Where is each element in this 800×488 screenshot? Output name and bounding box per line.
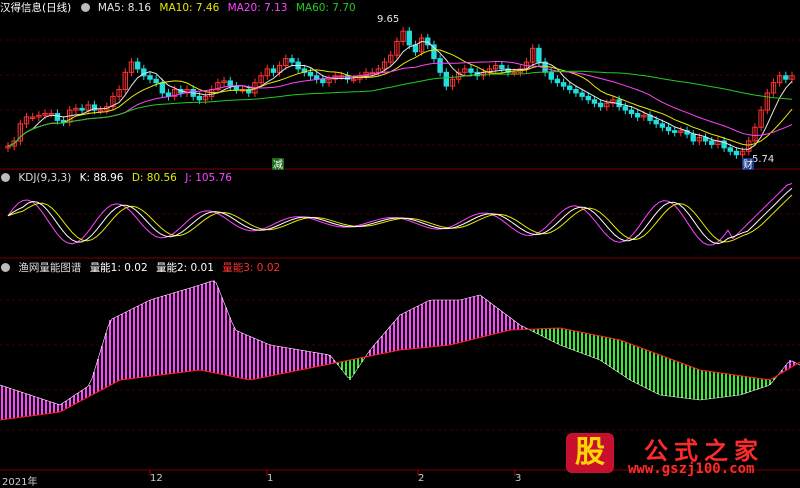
energy-3-value: 量能3: 0.02 xyxy=(222,262,281,274)
candle-body xyxy=(591,99,598,104)
candle-body xyxy=(560,82,567,87)
candle-body xyxy=(573,89,579,94)
watermark: 股 公式之家 www.gszj100.com xyxy=(560,431,800,481)
candle-body xyxy=(54,113,61,121)
low-price-label: 5.74 xyxy=(752,154,774,165)
candle-body xyxy=(320,78,326,84)
candle-body xyxy=(79,107,85,111)
candle-body xyxy=(313,75,320,80)
grid-lines xyxy=(0,39,800,476)
high-price-label: 9.65 xyxy=(377,14,399,25)
kdj-k-line xyxy=(7,187,793,245)
energy-curve xyxy=(0,280,800,406)
finance-badge-text: 财 xyxy=(743,158,753,171)
gear-icon[interactable] xyxy=(1,173,10,182)
candle-body xyxy=(233,85,240,91)
kdj-name: KDJ(9,3,3) xyxy=(18,172,72,184)
stock-title: 汉得信息(日线) xyxy=(0,2,72,14)
candle-body xyxy=(548,71,554,80)
candle-body xyxy=(597,102,604,108)
kdj-d-value: D: 80.56 xyxy=(131,172,177,184)
candle-body xyxy=(585,95,591,101)
candle-body xyxy=(196,95,203,101)
energy-signal-line xyxy=(0,327,800,421)
candle-body xyxy=(783,75,789,80)
candle-body xyxy=(554,78,561,84)
candle-body xyxy=(653,119,659,125)
x-tick-label: 12 xyxy=(150,473,163,484)
candle-body xyxy=(665,126,672,132)
candle-body xyxy=(289,58,295,63)
price-panel-header: 汉得信息(日线) MA5: 8.16 MA10: 7.46 MA20: 7.13… xyxy=(0,1,361,15)
kdj-j-value: J: 105.76 xyxy=(185,172,232,184)
candle-body xyxy=(672,130,678,133)
kdj-k-value: K: 88.96 xyxy=(79,172,124,184)
candle-body xyxy=(628,109,635,115)
candle-body xyxy=(567,85,573,91)
x-tick-label: 1 xyxy=(267,473,274,484)
gear-icon[interactable] xyxy=(1,263,10,272)
energy-bars xyxy=(0,280,800,421)
candle-body xyxy=(437,58,443,73)
candle-body xyxy=(536,47,542,63)
candle-body xyxy=(443,71,449,87)
x-tick-label: 2 xyxy=(418,473,425,484)
candle-body xyxy=(468,68,474,73)
candle-body xyxy=(159,82,166,94)
candle-body xyxy=(147,75,153,80)
watermark-logo: 股 xyxy=(566,433,614,473)
x-tick-label: 3 xyxy=(515,473,522,484)
candle-body xyxy=(634,113,641,118)
candle-body xyxy=(690,133,696,142)
price-candles xyxy=(5,27,795,159)
energy-1-value: 量能1: 0.02 xyxy=(89,262,148,274)
ma20-value: MA20: 7.13 xyxy=(227,2,288,14)
candle-body xyxy=(733,150,740,156)
stock-chart: 9.65 5.74 减 财 xyxy=(0,14,800,476)
ma60-value: MA60: 7.70 xyxy=(295,2,356,14)
candle-body xyxy=(406,30,412,46)
candle-body xyxy=(153,78,159,84)
candle-body xyxy=(134,61,141,70)
candle-body xyxy=(307,71,314,77)
candle-body xyxy=(727,147,733,152)
watermark-url: www.gszj100.com xyxy=(628,461,755,477)
energy-2-value: 量能2: 0.01 xyxy=(155,262,214,274)
gear-icon[interactable] xyxy=(80,3,90,12)
ma5-value: MA5: 8.16 xyxy=(97,2,152,14)
candle-body xyxy=(579,92,585,97)
energy-name: 渔网量能图谱 xyxy=(18,262,82,274)
candle-body xyxy=(270,68,277,73)
candle-body xyxy=(227,80,233,87)
candle-body xyxy=(622,106,629,111)
kdj-panel-header: KDJ(9,3,3) K: 88.96 D: 80.56 J: 105.76 xyxy=(0,171,237,185)
ma10-value: MA10: 7.46 xyxy=(159,2,220,14)
candle-body xyxy=(659,123,666,128)
candle-body xyxy=(709,140,715,145)
reduce-badge-text: 减 xyxy=(273,159,283,171)
candle-body xyxy=(499,64,505,70)
energy-panel-header: 渔网量能图谱 量能1: 0.02 量能2: 0.01 量能3: 0.02 xyxy=(0,261,285,275)
